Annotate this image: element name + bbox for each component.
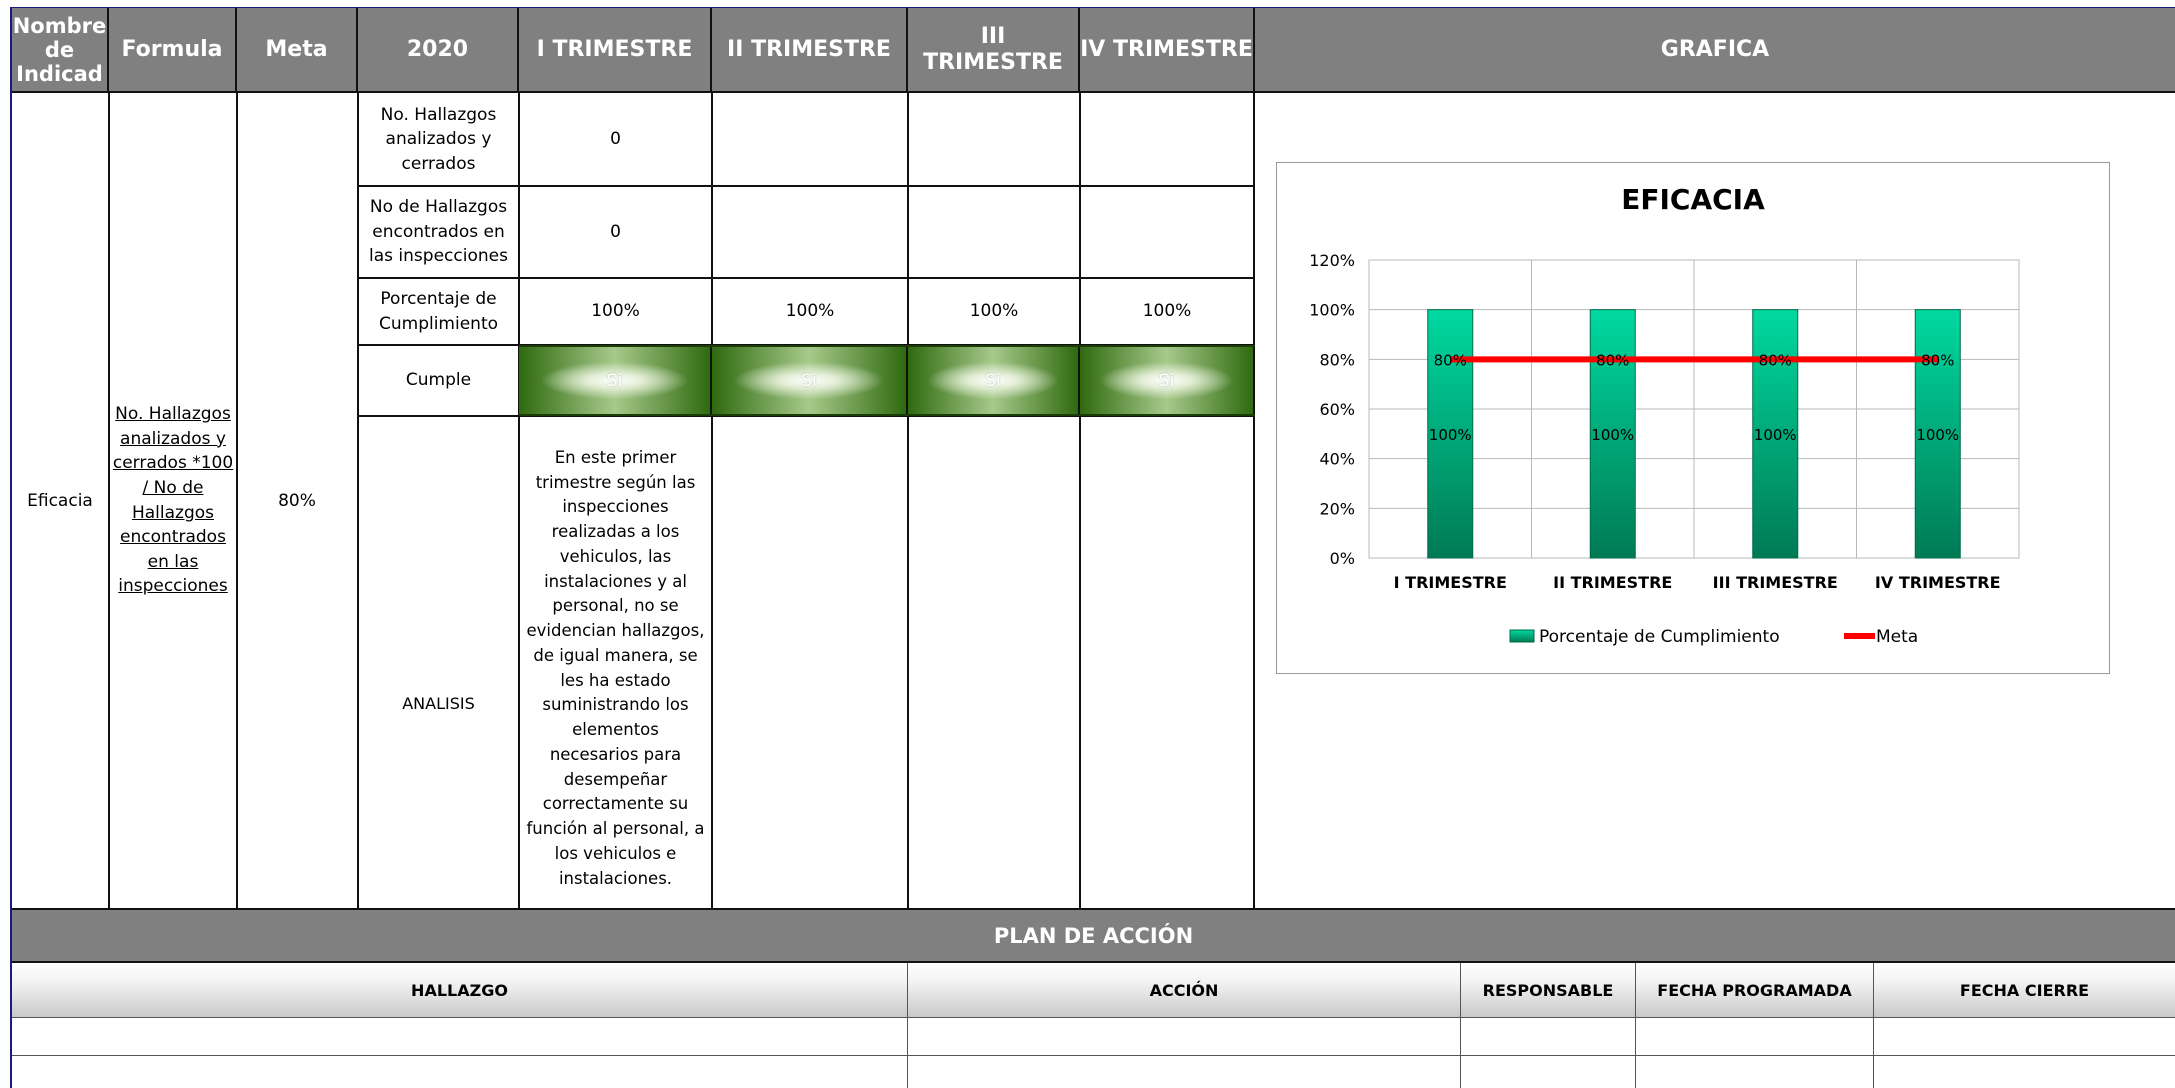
chart-xtick-label: II TRIMESTRE: [1553, 573, 1672, 592]
plan-col-border: [1460, 1018, 1461, 1088]
value-r4-q4[interactable]: Si: [1080, 345, 1255, 416]
header-nombre[interactable]: Nombre de Indicad: [12, 8, 109, 92]
row-label-porcentaje[interactable]: Porcentaje de Cumplimiento: [359, 279, 518, 344]
indicator-formula[interactable]: No. Hallazgos analizados y cerrados *100…: [109, 402, 237, 599]
row-label-hallazgos-encontrados[interactable]: No de Hallazgos encontrados en las inspe…: [359, 187, 518, 277]
chart-xtick-label: III TRIMESTRE: [1713, 573, 1838, 592]
cumple-text: Si: [801, 370, 817, 391]
chart-meta-data-label: 80%: [1596, 351, 1629, 369]
chart-meta-data-label: 80%: [1434, 351, 1467, 369]
plan-col-hallazgo[interactable]: HALLAZGO: [12, 963, 908, 1018]
chart-ytick-label: 60%: [1319, 400, 1355, 419]
col-border: [907, 92, 909, 910]
chart-bar-data-label: 100%: [1429, 426, 1472, 444]
indicator-name[interactable]: Eficacia: [12, 92, 108, 910]
chart-ytick-label: 40%: [1319, 450, 1355, 469]
header-year[interactable]: 2020: [358, 8, 519, 92]
cumple-text: Si: [606, 370, 623, 391]
cumple-text: Si: [985, 370, 1001, 391]
header-q2[interactable]: II TRIMESTRE: [712, 8, 908, 92]
chart-ytick-label: 80%: [1319, 350, 1355, 369]
value-r4-q2[interactable]: Si: [712, 345, 908, 416]
plan-row-border: [12, 1055, 2175, 1056]
col-border: [1079, 92, 1081, 910]
chart-eficacia[interactable]: EFICACIA 0% 20% 40% 60% 80% 100% 120% 100% I TRI…: [1276, 162, 2110, 674]
header-q3[interactable]: III TRIMESTRE: [908, 8, 1080, 92]
header-q4[interactable]: IV TRIMESTRE: [1080, 8, 1255, 92]
value-r3-q3[interactable]: 100%: [909, 279, 1079, 344]
legend-label-meta: Meta: [1876, 627, 1918, 647]
header-formula[interactable]: Formula: [109, 8, 237, 92]
value-r3-q2[interactable]: 100%: [713, 279, 907, 344]
plan-header-border: [12, 1017, 2175, 1018]
plan-title[interactable]: PLAN DE ACCIÓN: [12, 910, 2175, 961]
row-label-analisis[interactable]: ANALISIS: [359, 417, 518, 910]
value-r4-q1[interactable]: Si: [519, 345, 712, 416]
plan-col-border: [907, 1018, 908, 1088]
row-label-hallazgos-cerrados[interactable]: No. Hallazgos analizados y cerrados: [359, 94, 518, 185]
chart-svg: 0% 20% 40% 60% 80% 100% 120% 100% I TRIMESTRE 100…: [1309, 251, 2020, 647]
header-meta[interactable]: Meta: [237, 8, 358, 92]
plan-col-fecha-cierre[interactable]: FECHA CIERRE: [1874, 963, 2175, 1018]
legend-label-porcentaje: Porcentaje de Cumplimiento: [1539, 627, 1780, 647]
plan-col-border: [1635, 1018, 1636, 1088]
value-r3-q4[interactable]: 100%: [1081, 279, 1253, 344]
chart-ytick-label: 0%: [1330, 549, 1355, 568]
chart-xtick-label: IV TRIMESTRE: [1875, 573, 2001, 592]
legend-swatch-porcentaje: [1509, 629, 1535, 643]
value-r4-q3[interactable]: Si: [908, 345, 1080, 416]
chart-meta-data-label: 80%: [1759, 351, 1792, 369]
chart-meta-data-label: 80%: [1921, 351, 1954, 369]
value-r5-q1-analisis[interactable]: En este primer trimestre según las inspe…: [520, 417, 711, 910]
plan-col-fecha-programada[interactable]: FECHA PROGRAMADA: [1636, 963, 1874, 1018]
row-label-cumple[interactable]: Cumple: [359, 346, 518, 415]
plan-col-accion[interactable]: ACCIÓN: [908, 963, 1461, 1018]
header-grafica[interactable]: GRAFICA: [1255, 8, 2175, 92]
value-r2-q1[interactable]: 0: [520, 187, 711, 277]
plan-col-responsable[interactable]: RESPONSABLE: [1461, 963, 1636, 1018]
cumple-text: Si: [1158, 370, 1175, 391]
chart-bar-data-label: 100%: [1754, 426, 1797, 444]
cumple-top-border: [519, 345, 1255, 347]
chart-xtick-label: I TRIMESTRE: [1394, 573, 1507, 592]
value-r3-q1[interactable]: 100%: [520, 279, 711, 344]
chart-ytick-label: 120%: [1309, 251, 1355, 270]
plan-col-border: [1873, 1018, 1874, 1088]
chart-ytick-label: 20%: [1319, 499, 1355, 518]
chart-ytick-label: 100%: [1309, 301, 1355, 320]
indicator-meta[interactable]: 80%: [238, 92, 356, 910]
value-r1-q1[interactable]: 0: [520, 94, 711, 185]
col-border: [1253, 92, 1255, 910]
header-q1[interactable]: I TRIMESTRE: [519, 8, 712, 92]
col-border: [711, 92, 713, 910]
chart-bar-data-label: 100%: [1591, 426, 1634, 444]
chart-bar-data-label: 100%: [1916, 426, 1959, 444]
spreadsheet: Nombre de Indicad Formula Meta 2020 I TR…: [0, 0, 2175, 1088]
cumple-bottom-border: [519, 414, 1255, 416]
